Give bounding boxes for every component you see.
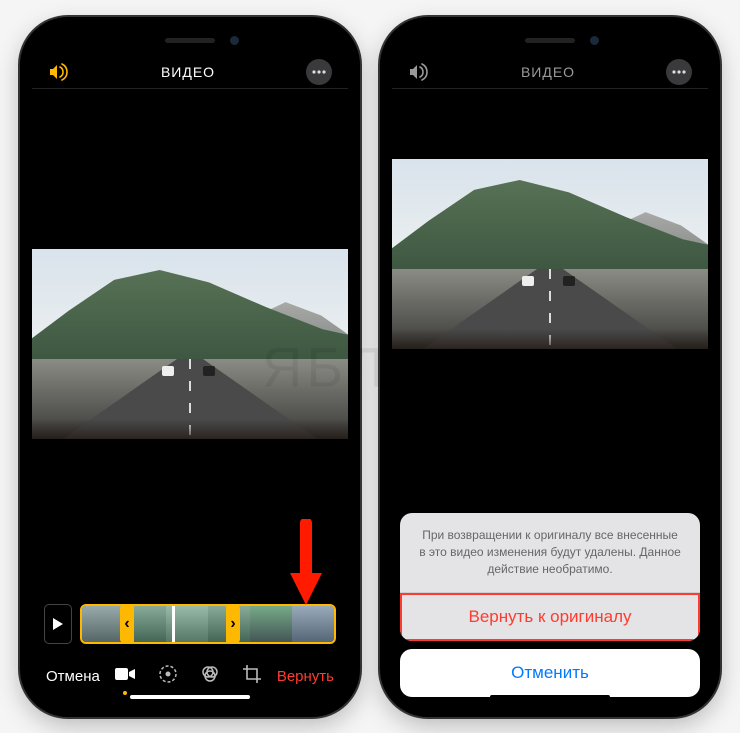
home-indicator[interactable] — [130, 695, 250, 699]
page-title: ВИДЕО — [521, 64, 575, 80]
video-canvas[interactable] — [32, 89, 348, 599]
trim-handle-right[interactable]: › — [226, 604, 240, 644]
timeline-row: ‹ › — [32, 599, 348, 649]
video-frame — [392, 159, 708, 349]
action-sheet: При возвращении к оригиналу все внесенны… — [400, 513, 700, 696]
page-title: ВИДЕО — [161, 64, 215, 80]
edit-modes — [114, 664, 262, 689]
device-notch — [470, 29, 630, 55]
more-button[interactable] — [306, 59, 332, 85]
adjust-icon[interactable] — [158, 664, 178, 689]
play-button[interactable] — [44, 604, 72, 644]
action-sheet-cancel-button[interactable]: Отменить — [400, 649, 700, 697]
volume-icon[interactable] — [408, 63, 430, 81]
crop-icon[interactable] — [242, 664, 262, 689]
playhead[interactable] — [172, 604, 175, 644]
phone-left: ВИДЕО — [20, 17, 360, 717]
device-notch — [110, 29, 270, 55]
home-indicator[interactable] — [490, 695, 610, 699]
video-mode-icon[interactable] — [114, 666, 136, 687]
filters-icon[interactable] — [200, 664, 220, 689]
phone-right: ВИДЕО При возвращении к оригиналу все вн… — [380, 17, 720, 717]
action-sheet-message: При возвращении к оригиналу все внесенны… — [400, 513, 700, 592]
more-button[interactable] — [666, 59, 692, 85]
action-sheet-card: При возвращении к оригиналу все внесенны… — [400, 513, 700, 640]
video-frame — [32, 249, 348, 439]
cancel-button[interactable]: Отмена — [46, 668, 100, 685]
revert-button[interactable]: Вернуть — [277, 668, 334, 685]
volume-icon[interactable] — [48, 63, 70, 81]
screen-right: ВИДЕО При возвращении к оригиналу все вн… — [392, 29, 708, 705]
trim-handle-left[interactable]: ‹ — [120, 604, 134, 644]
revert-to-original-button[interactable]: Вернуть к оригиналу — [400, 593, 700, 641]
trim-timeline[interactable]: ‹ › — [80, 604, 336, 644]
screen-left: ВИДЕО — [32, 29, 348, 705]
